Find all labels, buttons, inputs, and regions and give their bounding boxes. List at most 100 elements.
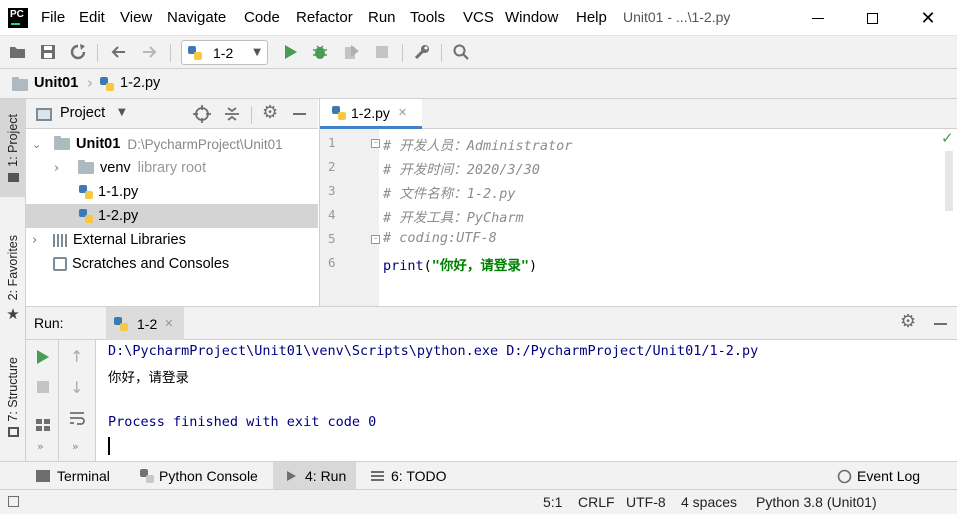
open-folder-icon[interactable] xyxy=(8,42,28,62)
stop-icon[interactable] xyxy=(372,42,392,62)
tree-node-external-libraries[interactable]: › External Libraries xyxy=(26,228,318,252)
menu-window[interactable]: Window xyxy=(505,9,558,26)
run-config-label: 1-2 xyxy=(213,44,234,61)
menu-refactor[interactable]: Refactor xyxy=(296,9,353,26)
soft-wrap-icon[interactable] xyxy=(69,410,85,426)
breadcrumb-project[interactable]: Unit01 xyxy=(34,75,78,91)
folder-icon xyxy=(12,77,28,91)
gear-icon[interactable]: ⚙ xyxy=(262,102,278,123)
tab-python-console[interactable]: Python Console xyxy=(140,462,258,490)
tab-close-icon[interactable]: ✕ xyxy=(164,317,173,330)
menu-tools[interactable]: Tools xyxy=(410,9,445,26)
line-number: 1 xyxy=(328,135,336,150)
hide-panel-icon[interactable] xyxy=(293,113,306,115)
python-file-icon xyxy=(79,185,93,199)
more-icon[interactable]: » xyxy=(72,440,79,453)
status-caret-position[interactable]: 5:1 xyxy=(543,494,562,510)
run-console[interactable]: D:\PycharmProject\Unit01\venv\Scripts\py… xyxy=(96,340,957,461)
inspection-ok-icon[interactable]: ✓ xyxy=(941,129,954,147)
tab-event-log[interactable]: Event Log xyxy=(837,462,920,490)
editor-tab-1-2[interactable]: 1-2.py ✕ xyxy=(320,99,422,129)
breadcrumb-file[interactable]: 1-2.py xyxy=(120,75,160,91)
close-icon[interactable]: ✕ xyxy=(916,6,940,30)
project-panel-title[interactable]: Project xyxy=(60,105,105,121)
pycharm-logo-icon: PC xyxy=(8,8,28,28)
editor-gutter: 1 2 3 4 5 6 xyxy=(319,129,379,306)
gear-icon[interactable]: ⚙ xyxy=(900,311,916,332)
python-icon xyxy=(188,45,202,60)
folder-icon xyxy=(54,136,70,150)
status-window-icon[interactable] xyxy=(8,496,19,507)
back-icon[interactable] xyxy=(108,42,128,62)
layout-icon[interactable] xyxy=(35,418,51,432)
maximize-icon[interactable] xyxy=(860,6,884,30)
run-panel-label: Run: xyxy=(34,315,64,331)
tree-node-file1[interactable]: 1-1.py xyxy=(26,180,318,204)
wrench-settings-icon[interactable] xyxy=(412,42,432,62)
main-toolbar: 1-2 ▼ xyxy=(0,36,957,69)
tree-node-venv[interactable]: › venv library root xyxy=(26,156,318,180)
menu-vcs[interactable]: VCS xyxy=(463,9,494,26)
run-tab-1-2[interactable]: 1-2 ✕ xyxy=(106,307,184,340)
search-icon[interactable] xyxy=(451,42,471,62)
up-arrow-icon[interactable]: ↑ xyxy=(70,347,83,366)
menu-view[interactable]: View xyxy=(120,9,152,26)
structure-icon xyxy=(7,427,19,438)
structure-tool-tab[interactable]: 7: Structure xyxy=(0,347,26,447)
sync-icon[interactable] xyxy=(68,42,88,62)
menu-bar: PC File Edit View Navigate Code Refactor… xyxy=(0,0,957,36)
favorites-tab-label: 2: Favorites xyxy=(6,235,20,301)
menu-file[interactable]: File xyxy=(41,9,65,26)
tree-node-scratches[interactable]: Scratches and Consoles xyxy=(26,252,318,276)
status-line-separator[interactable]: CRLF xyxy=(578,494,615,510)
run-icon[interactable] xyxy=(281,42,301,62)
tree-node-file2-selected[interactable]: 1-2.py xyxy=(26,204,318,228)
folder-icon xyxy=(78,160,94,174)
menu-edit[interactable]: Edit xyxy=(79,9,105,26)
status-indent[interactable]: 4 spaces xyxy=(681,494,737,510)
print-string: "你好，请登录" xyxy=(431,258,530,274)
status-encoding[interactable]: UTF-8 xyxy=(626,494,666,510)
menu-code[interactable]: Code xyxy=(244,9,280,26)
run-with-coverage-icon[interactable] xyxy=(342,42,362,62)
minimize-icon[interactable] xyxy=(806,6,830,30)
tab-python-console-label: Python Console xyxy=(159,468,258,484)
status-interpreter[interactable]: Python 3.8 (Unit01) xyxy=(756,494,877,510)
project-tool-tab[interactable]: 1: Project xyxy=(0,99,26,197)
menu-run[interactable]: Run xyxy=(368,9,396,26)
code-line: print("你好，请登录") xyxy=(383,254,537,274)
code-line: # 开发时间：2020/3/30 xyxy=(383,162,540,178)
tab-event-log-label: Event Log xyxy=(857,468,921,484)
down-arrow-icon[interactable]: ↓ xyxy=(70,378,83,397)
tab-terminal[interactable]: Terminal xyxy=(36,462,110,490)
editor-tab-bar: 1-2.py ✕ xyxy=(319,99,957,129)
run-configuration-select[interactable]: 1-2 ▼ xyxy=(181,40,268,65)
locate-target-icon[interactable] xyxy=(193,105,211,123)
todo-list-icon xyxy=(371,471,384,481)
fold-icon[interactable]: − xyxy=(371,139,380,148)
code-line: # coding:UTF-8 xyxy=(383,230,497,246)
star-icon: ★ xyxy=(6,304,20,323)
hide-panel-icon[interactable] xyxy=(934,323,947,325)
tree-node-unit01[interactable]: ⌄ Unit01 D:\PycharmProject\Unit01 xyxy=(26,132,318,156)
project-view-icon xyxy=(36,108,52,121)
forward-icon[interactable] xyxy=(140,42,160,62)
tab-run[interactable]: 4: Run xyxy=(273,462,356,490)
tab-todo[interactable]: 6: TODO xyxy=(371,462,447,490)
collapse-all-icon[interactable] xyxy=(224,106,240,122)
rerun-icon[interactable] xyxy=(36,349,50,365)
editor-scrollbar[interactable] xyxy=(945,151,953,211)
tab-close-icon[interactable]: ✕ xyxy=(398,106,407,119)
menu-help[interactable]: Help xyxy=(576,9,607,26)
debug-icon[interactable] xyxy=(310,42,330,62)
chevron-down-icon[interactable]: ▼ xyxy=(118,107,126,118)
more-icon[interactable]: » xyxy=(37,440,44,453)
favorites-tool-tab[interactable]: 2: Favorites ★ xyxy=(0,229,26,329)
menu-navigate[interactable]: Navigate xyxy=(167,9,226,26)
window-title: Unit01 - ...\1-2.py xyxy=(623,9,731,25)
save-all-icon[interactable] xyxy=(38,42,58,62)
tree-venv-name: venv xyxy=(100,160,131,176)
stop-icon[interactable] xyxy=(36,380,50,394)
fold-icon[interactable]: − xyxy=(371,235,380,244)
code-editor[interactable]: − # 开发人员：Administrator # 开发时间：2020/3/30 … xyxy=(371,129,957,306)
